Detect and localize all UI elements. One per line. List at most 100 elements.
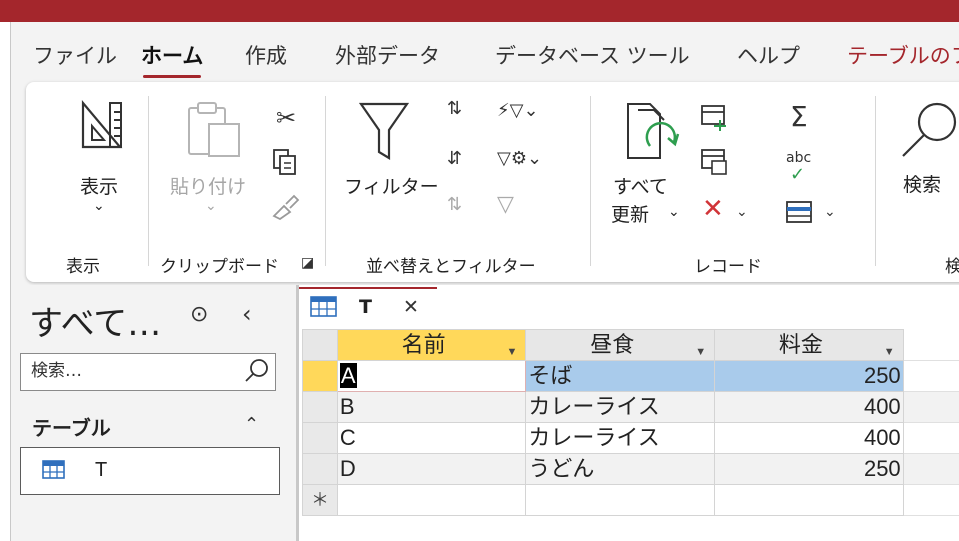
selection-filter-icon[interactable]: ⚡▽⌄ [497, 100, 539, 121]
group-label-clipboard: クリップボード [160, 257, 279, 277]
grid-filler [902, 453, 959, 485]
tab-help[interactable]: ヘルプ [737, 40, 800, 70]
refresh-all-line2[interactable]: 更新 [611, 200, 649, 227]
delete-dropdown-icon[interactable]: ⌄ [736, 204, 748, 220]
active-tab-underline [143, 75, 202, 78]
group-label-view: 表示 [66, 257, 100, 277]
cell-lunch[interactable]: そば [525, 360, 716, 392]
column-header-label: 名前 [401, 332, 446, 357]
tab-home[interactable]: ホーム [141, 40, 203, 78]
save-record-icon[interactable] [700, 148, 730, 176]
grid-filler [902, 360, 959, 392]
cell-price[interactable]: 400 [714, 422, 904, 454]
cell-price[interactable]: 250 [714, 453, 904, 485]
record-selector[interactable] [302, 360, 338, 392]
cell-lunch[interactable]: カレーライス [525, 391, 716, 423]
record-selector[interactable] [302, 453, 338, 485]
sort-descending-icon[interactable]: ⇵ [447, 148, 462, 169]
cell-price[interactable]: 250 [714, 360, 904, 392]
filter-button[interactable]: フィルター [344, 172, 439, 199]
tab-external-data[interactable]: 外部データ [335, 40, 440, 70]
dialog-launcher-icon[interactable]: ◪ [301, 255, 314, 271]
paste-button[interactable]: 貼り付け [170, 172, 246, 199]
view-button[interactable]: 表示 [80, 172, 118, 199]
nav-search-input[interactable] [21, 354, 231, 388]
nav-search-box [20, 353, 276, 391]
ribbon-separator [875, 96, 876, 266]
delete-record-icon[interactable]: ✕ [702, 196, 724, 222]
remove-sort-icon[interactable]: ⇅ [447, 194, 462, 215]
record-selector[interactable] [302, 391, 338, 423]
refresh-all-icon[interactable] [624, 100, 680, 162]
cell-name-text: A [339, 363, 357, 388]
column-dropdown-icon[interactable]: ▼ [884, 339, 895, 360]
cell-lunch[interactable]: うどん [525, 453, 716, 485]
sort-ascending-icon[interactable]: ⇅ [447, 100, 462, 118]
paste-icon[interactable] [185, 100, 243, 160]
refresh-all-line1[interactable]: すべて [613, 172, 668, 199]
table-row[interactable]: B カレーライス 400 [302, 391, 959, 423]
menu-bar: ファイル ホーム 作成 外部データ データベース ツール ヘルプ テーブルのフ [11, 22, 959, 80]
collapse-pane-icon[interactable]: ‹ [242, 300, 252, 328]
table-row[interactable]: C カレーライス 400 [302, 422, 959, 454]
grid-filler [902, 422, 959, 454]
cell-name[interactable]: B [336, 391, 527, 423]
toggle-filter-icon[interactable]: ▽ [497, 192, 514, 217]
new-cell-lunch[interactable] [525, 484, 716, 516]
tab-file[interactable]: ファイル [33, 40, 117, 70]
chevron-up-icon[interactable]: ⌃ [244, 414, 259, 435]
column-header-name[interactable]: 名前 ▼ [336, 329, 527, 361]
paste-dropdown-icon[interactable]: ⌄ [205, 198, 217, 214]
new-cell-price[interactable] [714, 484, 904, 516]
table-row[interactable]: A そば 250 [302, 360, 959, 392]
cell-name[interactable]: D [336, 453, 527, 485]
spelling-check-icon: ✓ [790, 164, 806, 185]
grid-filler [902, 484, 959, 516]
search-icon[interactable] [244, 358, 270, 384]
nav-item-label: T [95, 459, 108, 481]
nav-pane-title[interactable]: すべて… [29, 296, 161, 345]
find-button[interactable]: 検索 [903, 170, 941, 197]
column-dropdown-icon[interactable]: ▼ [695, 339, 706, 360]
datasheet-tab-icon [310, 296, 337, 317]
tab-table-fields[interactable]: テーブルのフ [847, 40, 959, 70]
nav-category-tables[interactable]: テーブル [32, 412, 111, 441]
find-icon[interactable] [899, 100, 959, 160]
cell-name[interactable]: A [336, 360, 527, 392]
view-icon[interactable] [80, 100, 124, 150]
group-label-records: レコード [694, 257, 762, 277]
datasheet: 名前 ▼ 昼食 ▼ 料金 ▼ A そば 250 B カレーライス 400 C カレーラ… [302, 329, 959, 516]
select-all-corner[interactable] [302, 329, 338, 361]
record-selector[interactable] [302, 422, 338, 454]
new-record-icon[interactable]: ＊ [302, 484, 338, 516]
totals-icon[interactable]: Σ [790, 100, 808, 133]
tab-create[interactable]: 作成 [245, 40, 287, 70]
copy-icon[interactable] [272, 148, 298, 176]
more-records-icon[interactable] [785, 200, 815, 224]
column-header-price[interactable]: 料金 ▼ [714, 329, 904, 361]
new-record-row[interactable]: ＊ [302, 484, 959, 516]
close-tab-icon[interactable]: ✕ [403, 296, 419, 318]
view-dropdown-icon[interactable]: ⌄ [93, 198, 105, 214]
cut-icon[interactable]: ✂ [276, 104, 296, 132]
cell-name[interactable]: C [336, 422, 527, 454]
column-dropdown-icon[interactable]: ▼ [507, 339, 518, 360]
advanced-filter-icon[interactable]: ▽⚙⌄ [497, 148, 542, 169]
format-painter-icon[interactable] [270, 192, 300, 220]
more-dropdown-icon[interactable]: ⌄ [824, 204, 836, 220]
group-label-find: 検 [945, 257, 959, 277]
tab-database-tools[interactable]: データベース ツール [495, 40, 690, 70]
nav-menu-dropdown-icon[interactable]: ⊙ [190, 302, 208, 327]
column-header-lunch[interactable]: 昼食 ▼ [525, 329, 716, 361]
header-filler [903, 329, 959, 361]
cell-lunch[interactable]: カレーライス [525, 422, 716, 454]
cell-price[interactable]: 400 [714, 391, 904, 423]
ribbon-separator [590, 96, 591, 266]
refresh-dropdown-icon[interactable]: ⌄ [668, 204, 680, 220]
ribbon-separator [325, 96, 326, 266]
filter-icon[interactable] [358, 100, 410, 162]
title-bar [0, 0, 959, 22]
table-row[interactable]: D うどん 250 [302, 453, 959, 485]
new-record-icon[interactable] [700, 104, 730, 132]
new-cell-name[interactable] [336, 484, 527, 516]
